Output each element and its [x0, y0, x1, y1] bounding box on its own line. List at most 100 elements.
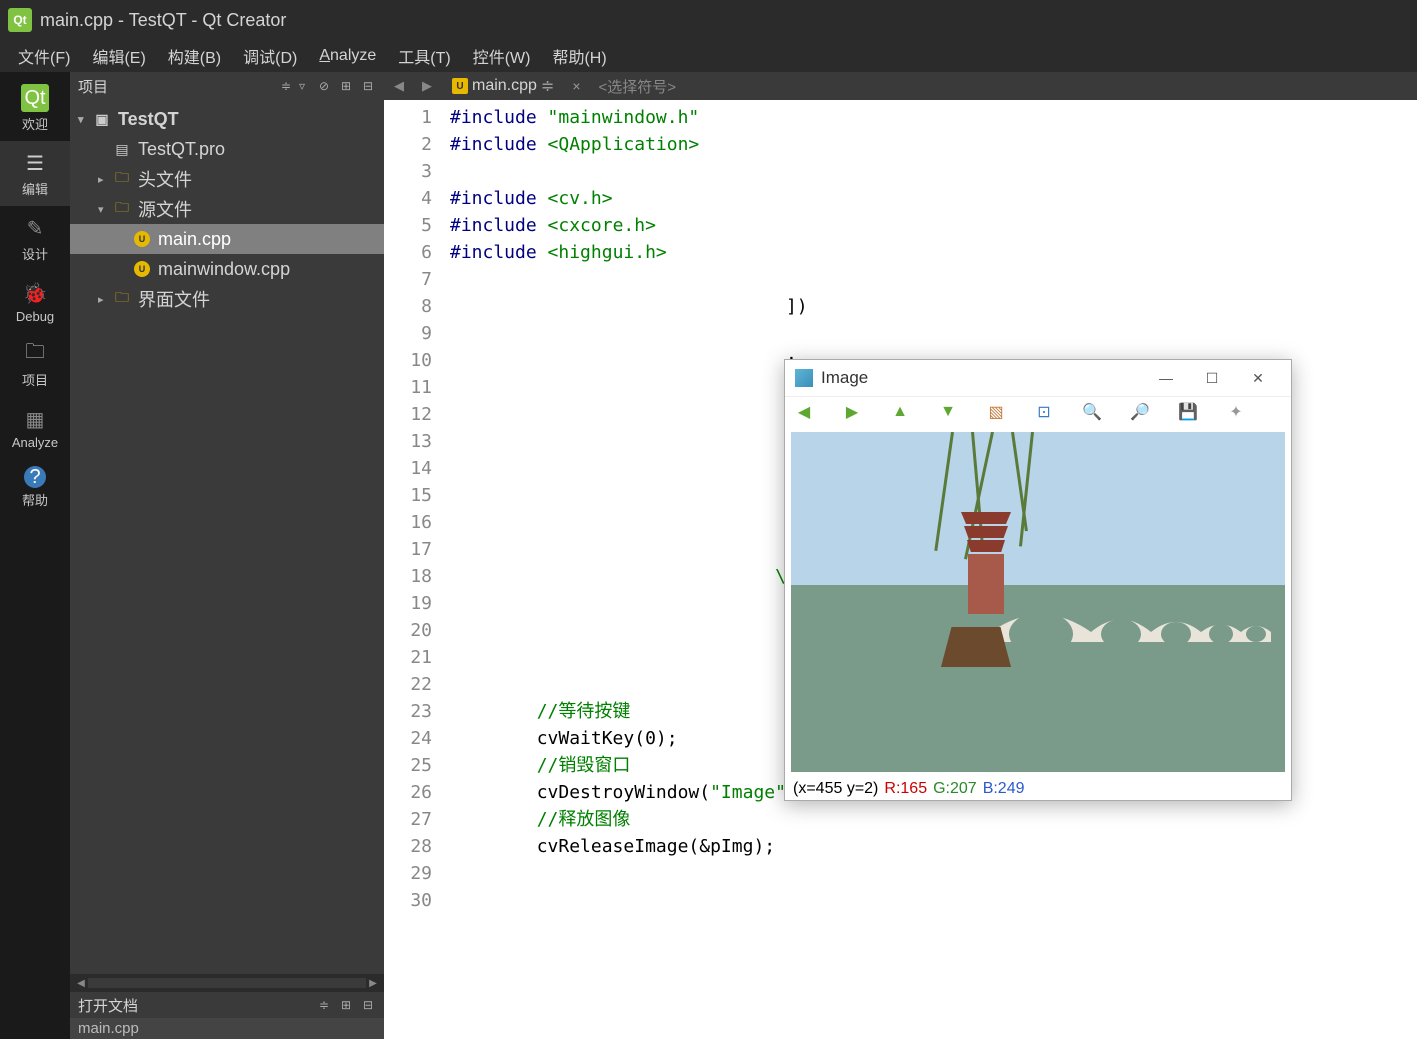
- mode-analyze-panel[interactable]: ▦ Analyze: [0, 397, 70, 458]
- qt-logo-icon: Qt: [8, 8, 32, 32]
- symbol-selector[interactable]: <选择符号>: [599, 76, 677, 97]
- arrow-left-icon[interactable]: ◀: [795, 403, 813, 421]
- add-panel-icon[interactable]: ⊞: [338, 997, 354, 1013]
- sidebar-header: 项目 ≑ ▿ ⊘ ⊞ ⊟: [70, 72, 384, 100]
- mode-edit[interactable]: ☰ 编辑: [0, 141, 70, 206]
- pro-file-icon: ▤: [112, 139, 132, 159]
- folder-icon: 🗀: [112, 169, 132, 189]
- line-number-gutter: 1234567891011121314151617181920212223242…: [384, 100, 450, 1039]
- scroll-right-icon[interactable]: ▶: [366, 976, 380, 990]
- help-icon: ?: [24, 466, 46, 488]
- bridge-decoration: [991, 592, 1271, 642]
- arrow-down-icon[interactable]: ▼: [939, 403, 957, 421]
- project-sidebar: 项目 ≑ ▿ ⊘ ⊞ ⊟ ▾ ▣ TestQT ▤ TestQT.pro ▸ 🗀: [70, 72, 384, 1039]
- mode-debug[interactable]: 🐞 Debug: [0, 271, 70, 332]
- status-red: R:165: [884, 780, 927, 798]
- horizontal-scrollbar[interactable]: ◀ ▶: [70, 974, 384, 992]
- editor-toolbar: ◀ ▶ U main.cpp ≑ × <选择符号>: [384, 72, 1417, 100]
- boat-decoration: [941, 627, 1011, 667]
- mode-welcome[interactable]: Qt 欢迎: [0, 76, 70, 141]
- status-coordinates: (x=455 y=2): [793, 780, 878, 798]
- nav-forward-icon[interactable]: ▶: [416, 78, 438, 94]
- menu-debug[interactable]: 调试(D): [233, 40, 307, 72]
- open-documents-header: 打开文档 ≑ ⊞ ⊟: [70, 992, 384, 1018]
- mode-bar: Qt 欢迎 ☰ 编辑 ✎ 设计 🐞 Debug 🗀 项目 ▦ Analyze ?…: [0, 72, 70, 1039]
- tree-pro-file[interactable]: ▤ TestQT.pro: [70, 134, 384, 164]
- zoom-in-icon[interactable]: 🔍: [1083, 403, 1101, 421]
- folder-icon: 🗀: [112, 199, 132, 219]
- open-docs-label: 打开文档: [78, 995, 138, 1016]
- tree-sources-folder[interactable]: ▾ 🗀 源文件: [70, 194, 384, 224]
- qt-welcome-icon: Qt: [21, 84, 49, 112]
- image-window-title: Image: [821, 368, 1143, 388]
- image-status-bar: (x=455 y=2) R:165 G:207 B:249: [785, 778, 1291, 800]
- filter-icon[interactable]: ▿: [294, 78, 310, 94]
- brush-icon[interactable]: ✦: [1227, 403, 1245, 421]
- zoom-fit-icon[interactable]: ⊡: [1035, 403, 1053, 421]
- nav-back-icon[interactable]: ◀: [388, 78, 410, 94]
- editor-area: ◀ ▶ U main.cpp ≑ × <选择符号> 12345678910111…: [384, 72, 1417, 1039]
- collapse-icon: ▸: [98, 293, 112, 306]
- status-green: G:207: [933, 780, 977, 798]
- dropdown-icon[interactable]: ≑: [541, 76, 554, 96]
- picture-icon[interactable]: ▧: [987, 403, 1005, 421]
- tree-root[interactable]: ▾ ▣ TestQT: [70, 104, 384, 134]
- editor-tab-main[interactable]: U main.cpp ≑: [444, 76, 562, 96]
- dropdown-icon[interactable]: ≑: [316, 997, 332, 1013]
- minimize-button[interactable]: —: [1143, 363, 1189, 393]
- collapse-icon: ▸: [98, 173, 112, 186]
- maximize-button[interactable]: ☐: [1189, 363, 1235, 393]
- tree-mainwindow-cpp[interactable]: U mainwindow.cpp: [70, 254, 384, 284]
- menu-file[interactable]: 文件(F): [8, 40, 80, 72]
- save-icon[interactable]: 💾: [1179, 403, 1197, 421]
- image-viewer-window[interactable]: Image — ☐ ✕ ◀ ▶ ▲ ▼ ▧ ⊡ 🔍 🔎 💾 ✦: [784, 359, 1292, 801]
- tree-main-cpp[interactable]: U main.cpp: [70, 224, 384, 254]
- expand-icon: ▾: [78, 113, 92, 126]
- menu-help[interactable]: 帮助(H): [542, 40, 616, 72]
- close-panel-icon[interactable]: ⊟: [360, 78, 376, 94]
- project-tree: ▾ ▣ TestQT ▤ TestQT.pro ▸ 🗀 头文件 ▾ 🗀 源文件 …: [70, 100, 384, 974]
- link-icon[interactable]: ⊘: [316, 78, 332, 94]
- sidebar-title: 项目: [78, 76, 278, 97]
- image-app-icon: [795, 369, 813, 387]
- status-blue: B:249: [983, 780, 1025, 798]
- image-window-titlebar[interactable]: Image — ☐ ✕: [785, 360, 1291, 396]
- menu-build[interactable]: 构建(B): [158, 40, 231, 72]
- menu-widgets[interactable]: 控件(W): [463, 40, 541, 72]
- image-canvas[interactable]: [791, 432, 1285, 772]
- menu-bar: 文件(F) 编辑(E) 构建(B) 调试(D) Analyze 工具(T) 控件…: [0, 40, 1417, 72]
- tree-headers-folder[interactable]: ▸ 🗀 头文件: [70, 164, 384, 194]
- close-tab-icon[interactable]: ×: [572, 78, 580, 94]
- edit-icon: ☰: [21, 149, 49, 177]
- window-titlebar: Qt main.cpp - TestQT - Qt Creator: [0, 0, 1417, 40]
- folder-icon: 🗀: [112, 289, 132, 309]
- mode-design[interactable]: ✎ 设计: [0, 206, 70, 271]
- scroll-left-icon[interactable]: ◀: [74, 976, 88, 990]
- arrow-up-icon[interactable]: ▲: [891, 403, 909, 421]
- grid-icon: ▦: [21, 405, 49, 433]
- mode-help[interactable]: ? 帮助: [0, 458, 70, 517]
- arrow-right-icon[interactable]: ▶: [843, 403, 861, 421]
- image-toolbar: ◀ ▶ ▲ ▼ ▧ ⊡ 🔍 🔎 💾 ✦: [785, 396, 1291, 426]
- menu-edit[interactable]: 编辑(E): [82, 40, 155, 72]
- design-icon: ✎: [21, 214, 49, 242]
- zoom-out-icon[interactable]: 🔎: [1131, 403, 1149, 421]
- bug-icon: 🐞: [21, 279, 49, 307]
- window-title: main.cpp - TestQT - Qt Creator: [40, 10, 286, 31]
- cpp-file-icon: U: [132, 229, 152, 249]
- menu-analyze[interactable]: Analyze: [309, 43, 386, 69]
- pagoda-decoration: [961, 512, 1011, 602]
- close-button[interactable]: ✕: [1235, 363, 1281, 393]
- menu-tools[interactable]: 工具(T): [388, 40, 460, 72]
- add-panel-icon[interactable]: ⊞: [338, 78, 354, 94]
- tree-forms-folder[interactable]: ▸ 🗀 界面文件: [70, 284, 384, 314]
- folder-icon: 🗀: [21, 340, 49, 368]
- cpp-file-icon: U: [132, 259, 152, 279]
- cpp-file-icon: U: [452, 78, 468, 94]
- close-panel-icon[interactable]: ⊟: [360, 997, 376, 1013]
- open-doc-item[interactable]: main.cpp: [70, 1018, 384, 1039]
- image-display: [785, 426, 1291, 778]
- mode-projects[interactable]: 🗀 项目: [0, 332, 70, 397]
- expand-icon: ▾: [98, 203, 112, 216]
- dropdown-icon[interactable]: ≑: [278, 78, 294, 94]
